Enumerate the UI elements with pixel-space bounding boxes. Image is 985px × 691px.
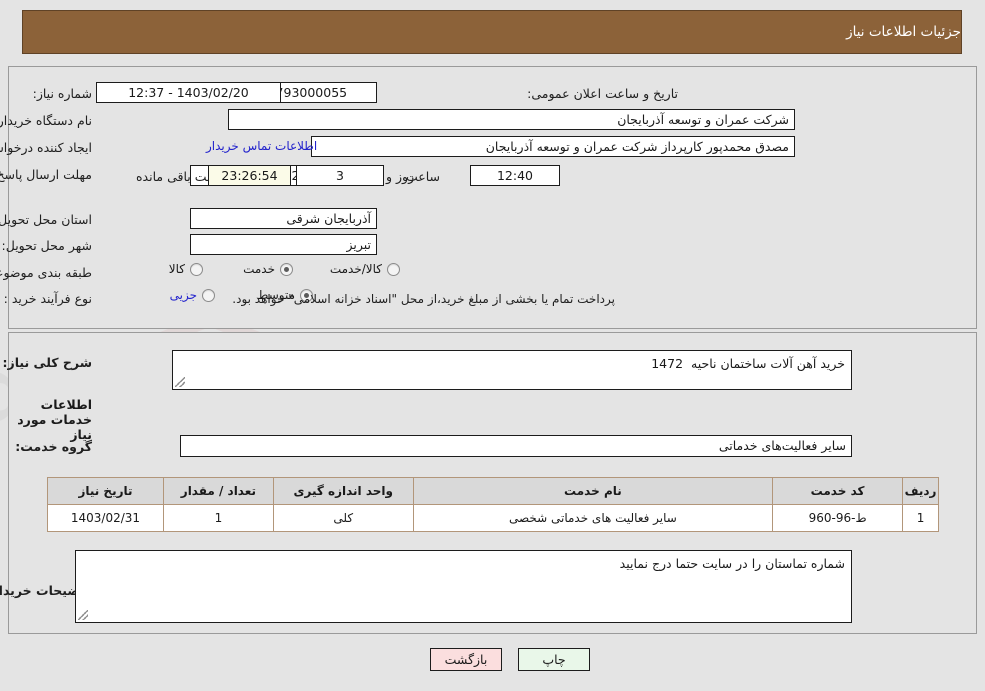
page-root: AriaTender.net جزئیات اطلاعات نیاز شماره… — [0, 0, 985, 691]
column-header-name: نام خدمت — [412, 477, 774, 505]
cell-date: 1403/02/31 — [47, 504, 164, 532]
print-button[interactable]: چاپ — [518, 648, 590, 671]
column-header-unit: واحد اندازه گیری — [272, 477, 414, 505]
radio-indicator[interactable] — [202, 288, 215, 302]
table-header-row: ردیف کد خدمت نام خدمت واحد اندازه گیری ت… — [47, 477, 939, 505]
category-option-service-label: خدمت — [243, 262, 275, 276]
deadline-label-text: مهلت ارسال پاسخ: تا تاریخ: — [0, 167, 92, 182]
cell-unit: کلی — [272, 504, 414, 532]
buyer-contact-link[interactable]: اطلاعات تماس خریدار — [206, 139, 317, 153]
request-creator-value: مصدق محمدپور کارپرداز شرکت عمران و توسعه… — [311, 136, 795, 157]
delivery-province-value: آذربایجان شرقی — [190, 208, 377, 229]
radio-indicator[interactable] — [387, 262, 400, 276]
category-option-goods[interactable]: کالا — [169, 262, 203, 276]
need-summary-panel — [8, 66, 977, 329]
delivery-province-label: استان محل تحویل: — [0, 212, 92, 227]
buyer-notes-textarea[interactable]: شماره تماستان را در سایت حتما درج نمایید — [75, 550, 852, 623]
page-title: جزئیات اطلاعات نیاز — [846, 24, 961, 40]
purchase-type-option-minor-label: جزیی — [169, 288, 197, 302]
general-desc-textarea[interactable]: خرید آهن آلات ساختمان ناحیه 1472 — [172, 350, 852, 390]
days-left-value: 3 — [296, 165, 384, 186]
column-header-date: تاریخ نیاز — [47, 477, 164, 505]
deadline-hour-value: 12:40 — [470, 165, 560, 186]
radio-indicator[interactable] — [190, 262, 203, 276]
time-left-value: 23:26:54 — [208, 165, 291, 186]
cell-name: سایر فعالیت های خدماتی شخصی — [412, 504, 774, 532]
cell-qty: 1 — [162, 504, 274, 532]
category-option-goods-service[interactable]: کالا/خدمت — [330, 262, 400, 276]
column-header-qty: تعداد / مقدار — [162, 477, 274, 505]
services-section-heading: اطلاعات خدمات مورد نیاز — [17, 397, 92, 442]
general-desc-label: شرح کلی نیاز: — [2, 355, 92, 370]
days-left-label: روز و — [386, 169, 415, 184]
delivery-city-label: شهر محل تحویل: — [1, 238, 92, 253]
cell-code: ط-96-960 — [772, 504, 904, 532]
column-header-radif: ردیف — [902, 477, 939, 505]
delivery-city-value: تبریز — [190, 234, 377, 255]
category-option-goods-service-label: کالا/خدمت — [329, 262, 382, 276]
table-row: 1 ط-96-960 سایر فعالیت های خدماتی شخصی ک… — [47, 504, 939, 532]
column-header-code: کد خدمت — [772, 477, 904, 505]
page-header: جزئیات اطلاعات نیاز — [22, 10, 962, 54]
radio-indicator[interactable] — [280, 262, 293, 276]
category-option-goods-label: کالا — [168, 262, 185, 276]
purchase-type-option-minor[interactable]: جزیی — [170, 288, 215, 302]
buyer-org-value: شرکت عمران و توسعه آذربایجان — [228, 109, 795, 130]
category-label: طبقه بندی موضوعی: — [0, 265, 92, 280]
purchase-type-label: نوع فرآیند خرید : — [3, 291, 92, 306]
deadline-label: مهلت ارسال پاسخ: تا تاریخ: — [0, 167, 92, 183]
service-group-value: سایر فعالیت‌های خدماتی — [180, 435, 852, 457]
service-group-label: گروه خدمت: — [15, 439, 92, 454]
services-table: ردیف کد خدمت نام خدمت واحد اندازه گیری ت… — [47, 477, 939, 532]
back-button[interactable]: بازگشت — [430, 648, 502, 671]
cell-radif: 1 — [902, 504, 939, 532]
category-option-service[interactable]: خدمت — [243, 262, 293, 276]
request-creator-label: ایجاد کننده درخواست: — [0, 140, 92, 155]
announce-date-value: 1403/02/20 - 12:37 — [96, 82, 281, 103]
announce-date-label: تاریخ و ساعت اعلان عمومی: — [527, 86, 678, 101]
buyer-org-label: نام دستگاه خریدار: — [0, 113, 92, 128]
need-number-label: شماره نیاز: — [32, 86, 92, 101]
purchase-type-note: پرداخت تمام یا بخشی از مبلغ خرید،از محل … — [232, 292, 615, 306]
